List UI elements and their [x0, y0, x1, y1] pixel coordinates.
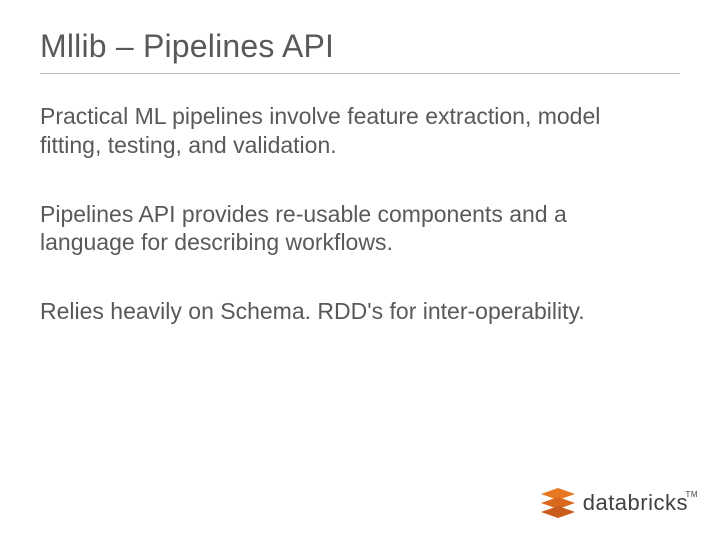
- logo-tm: TM: [685, 490, 698, 499]
- databricks-logo-icon: [541, 488, 575, 518]
- logo-word: databricks: [583, 490, 688, 515]
- databricks-logo: databricks TM: [541, 488, 688, 518]
- slide-title: Mllib – Pipelines API: [40, 28, 680, 65]
- paragraph-3: Relies heavily on Schema. RDD's for inte…: [40, 297, 660, 326]
- databricks-logo-text: databricks TM: [583, 490, 688, 516]
- slide: Mllib – Pipelines API Practical ML pipel…: [0, 0, 720, 540]
- title-rule: [40, 73, 680, 74]
- paragraph-1: Practical ML pipelines involve feature e…: [40, 102, 660, 160]
- paragraph-2: Pipelines API provides re-usable compone…: [40, 200, 660, 258]
